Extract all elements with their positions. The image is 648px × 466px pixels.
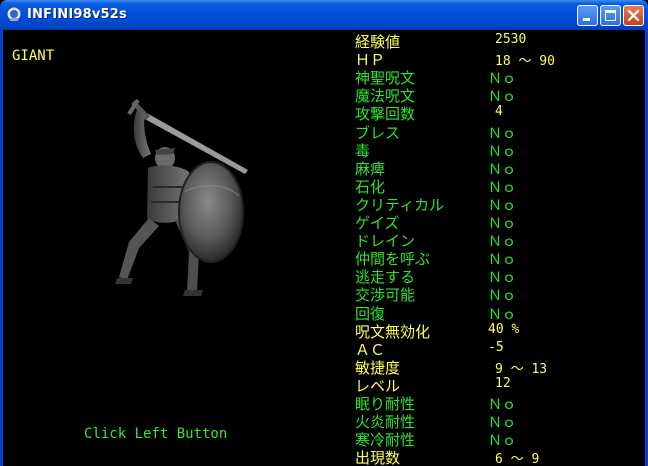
stat-value: 2530	[495, 32, 527, 47]
stat-value: Ｎｏ	[488, 252, 516, 269]
stat-value: Ｎｏ	[488, 125, 516, 142]
stat-value: Ｎｏ	[488, 270, 516, 287]
stat-label: 出現数	[355, 449, 401, 466]
stat-row: 仲間を呼ぶ Ｎｏ	[355, 249, 645, 269]
stat-value: 18 〜 90	[495, 54, 555, 70]
stat-row: 麻痺 Ｎｏ	[355, 159, 645, 178]
stat-value: Ｎｏ	[488, 234, 516, 251]
stat-row: レベル 12	[355, 375, 645, 395]
stat-value: Ｎｏ	[488, 179, 516, 196]
stat-value: Ｎｏ	[488, 197, 516, 214]
close-icon	[627, 9, 640, 22]
stat-row: 石化 Ｎｏ	[355, 177, 645, 196]
stat-row: 呪文無効化 40 %	[355, 321, 645, 341]
stat-value: Ｎｏ	[488, 288, 516, 305]
stat-row: 出現数 6 〜 9	[355, 448, 645, 466]
monster-image	[115, 98, 248, 296]
minimize-icon	[583, 18, 590, 21]
stat-value: Ｎｏ	[488, 433, 516, 450]
stat-value: Ｎｏ	[488, 415, 516, 432]
stat-row: 逃走する Ｎｏ	[355, 267, 645, 287]
stat-row: 眠り耐性 Ｎｏ	[355, 394, 645, 413]
close-button[interactable]	[623, 5, 644, 26]
click-left-button-hint: Click Left Button	[84, 426, 228, 442]
stat-value: Ｎｏ	[488, 397, 516, 413]
window-title: INFINI98v52s	[27, 7, 127, 22]
stat-row: ＨＰ 18 〜 90	[355, 50, 645, 70]
monster-name: GIANT	[12, 48, 55, 64]
maximize-button[interactable]	[600, 5, 621, 26]
app-icon[interactable]	[6, 6, 22, 22]
stat-row: 敏捷度 9 〜 13	[355, 358, 645, 377]
stat-row: ドレイン Ｎｏ	[355, 231, 645, 251]
stat-row: ＡＣ -5	[355, 339, 645, 359]
stat-value: Ｎｏ	[488, 143, 516, 160]
stat-row: 火炎耐性 Ｎｏ	[355, 412, 645, 432]
minimize-button[interactable]	[577, 5, 598, 26]
stat-row: クリティカル Ｎｏ	[355, 195, 645, 214]
stat-row: 魔法呪文 Ｎｏ	[355, 86, 645, 106]
stat-row: ゲイズ Ｎｏ	[355, 213, 645, 232]
stat-value: 9 〜 13	[495, 361, 548, 377]
stat-row: 攻撃回数 4	[355, 104, 645, 123]
stat-row: 経験値 2530	[355, 32, 645, 51]
stat-row: 毒 Ｎｏ	[355, 141, 645, 160]
stat-value: 12	[495, 375, 511, 391]
stat-value: 40 %	[488, 321, 520, 337]
stat-value: -5	[488, 339, 504, 355]
stat-value: Ｎｏ	[488, 71, 516, 88]
stat-value: 4	[495, 104, 503, 120]
maximize-icon	[605, 10, 616, 21]
title-bar[interactable]: INFINI98v52s	[0, 0, 648, 30]
stat-row: ブレス Ｎｏ	[355, 123, 645, 142]
stat-value: Ｎｏ	[488, 89, 516, 106]
stat-row: 寒冷耐性 Ｎｏ	[355, 430, 645, 450]
app-window: INFINI98v52s GIANT Click Left Button 経験値…	[0, 0, 648, 466]
stat-value: 6 〜 9	[495, 452, 540, 466]
stat-row: 回復 Ｎｏ	[355, 304, 645, 323]
stat-row: 交渉可能 Ｎｏ	[355, 285, 645, 305]
stat-value: Ｎｏ	[488, 161, 516, 178]
stat-value: Ｎｏ	[488, 306, 516, 323]
stat-row: 神聖呪文 Ｎｏ	[355, 68, 645, 88]
stat-value: Ｎｏ	[488, 216, 516, 232]
game-screen[interactable]: GIANT Click Left Button 経験値 2530 ＨＰ 18 〜…	[3, 30, 645, 466]
